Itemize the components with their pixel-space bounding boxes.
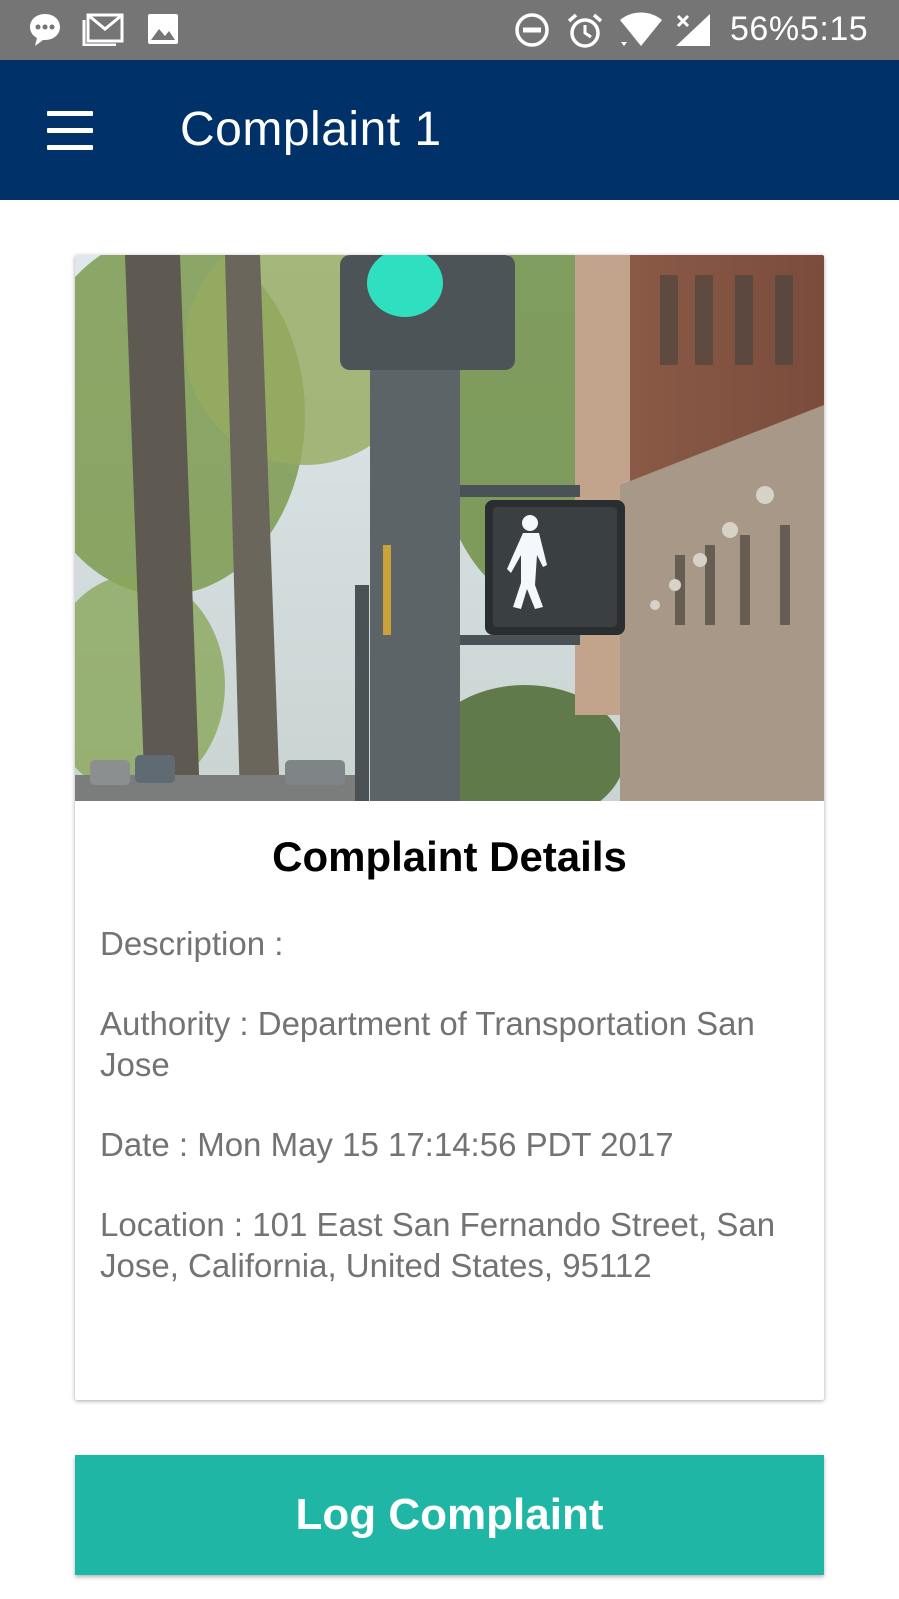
message-icon [30,14,60,46]
wifi-icon [620,12,662,46]
alarm-icon [567,13,603,48]
location-text: Location : 101 East San Fernando Street,… [100,1206,776,1284]
date-text: Date : Mon May 15 17:14:56 PDT 2017 [100,1126,674,1163]
complaint-photo [75,255,824,801]
image-icon [148,14,178,44]
complaint-card: Complaint Details Description : Authorit… [75,255,824,1400]
clock-time: 5:15 [800,10,869,48]
authority-text: Authority : Department of Transportation… [100,1005,755,1083]
app-bar: Complaint 1 [0,60,899,200]
details-heading: Complaint Details [272,833,627,880]
signal-icon [676,14,710,46]
status-bar: 56% 5:15 [0,0,899,60]
log-complaint-button[interactable]: Log Complaint [75,1455,824,1575]
page-title: Complaint 1 [180,103,442,156]
hamburger-menu-icon[interactable] [30,98,110,162]
dnd-icon [515,13,549,47]
gmail-icon [82,13,124,46]
battery-percent: 56% [730,10,800,48]
description-text: Description : [100,925,284,962]
